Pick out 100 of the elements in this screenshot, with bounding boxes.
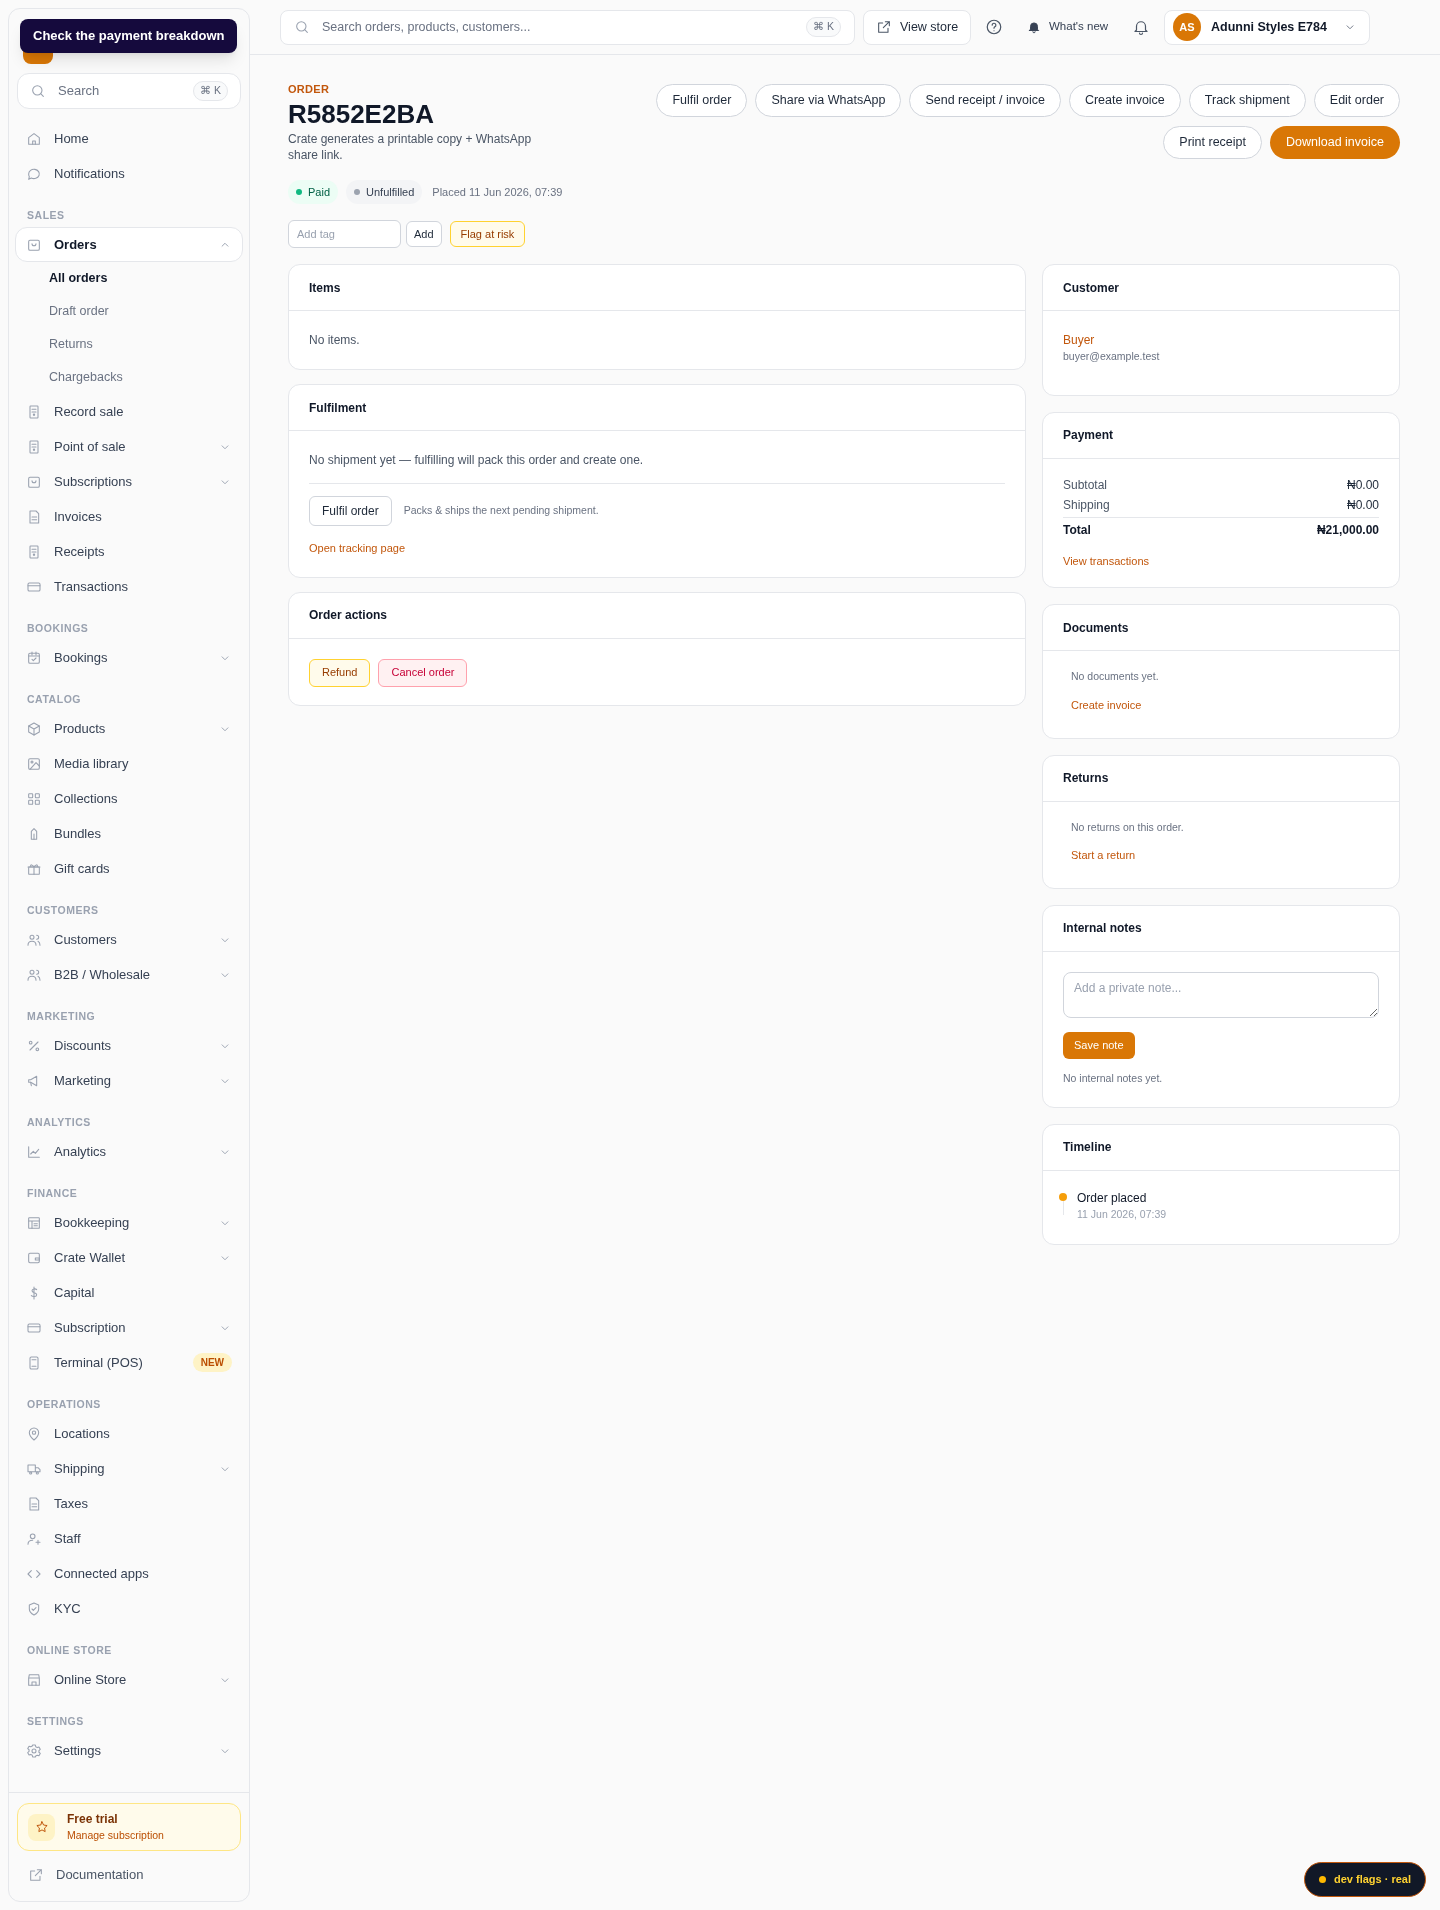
eyebrow-label: ORDER [288, 82, 331, 97]
nav-item[interactable]: Subscriptions [15, 464, 243, 499]
nav-item[interactable]: Shipping [15, 1451, 243, 1486]
new-badge: NEW [192, 1353, 232, 1372]
nav-item[interactable]: Terminal (POS) NEW [15, 1345, 243, 1380]
nav-item[interactable]: Collections [15, 781, 243, 816]
search-field[interactable]: Search orders, products, customers... ⌘ K [280, 9, 855, 45]
payment-amount: ₦0.00 [1346, 476, 1379, 494]
action-button[interactable]: Send receipt / invoice [909, 84, 1061, 117]
nav-item[interactable]: Crate Wallet [15, 1240, 243, 1275]
event-time: 11 Jun 2026, 07:39 [1077, 1206, 1167, 1222]
nav-subitem[interactable]: Returns [49, 335, 93, 354]
nav-item[interactable]: Subscription [15, 1310, 243, 1345]
nav-item[interactable]: Taxes [15, 1486, 243, 1521]
documentation-link[interactable]: Documentation [17, 1857, 241, 1893]
section-heading: FINANCE [26, 1186, 79, 1201]
card-title: Returns [1063, 770, 1109, 787]
note-input[interactable]: Add a private note... [1063, 971, 1379, 1018]
transactions-link[interactable]: View transactions [1063, 552, 1379, 570]
nav-subitem[interactable]: Draft order [49, 302, 109, 321]
section-heading: BOOKINGS [26, 621, 90, 636]
nav-subitem[interactable]: All orders [49, 269, 108, 288]
action-button[interactable]: Create invoice [1068, 84, 1181, 117]
nav-subitem[interactable]: Chargebacks [49, 368, 123, 387]
nav-item[interactable]: Home [15, 121, 243, 156]
empty-message: No internal notes yet. [1063, 1070, 1163, 1086]
action-button[interactable]: Print receipt [1163, 126, 1262, 159]
status-badge: Unfulfilled [346, 180, 423, 204]
nav-item[interactable]: Orders [15, 227, 243, 262]
action-button[interactable]: Track shipment [1188, 84, 1306, 117]
section-heading: OPERATIONS [26, 1397, 102, 1412]
payment-amount: ₦21,000.00 [1316, 521, 1379, 539]
nav-item[interactable]: Settings [15, 1733, 243, 1768]
shortcut-hint: ⌘ K [193, 81, 228, 101]
nav-item[interactable]: Products [15, 711, 243, 746]
nav-item[interactable]: Capital [15, 1275, 243, 1310]
card-title: Payment [1063, 427, 1114, 445]
customer-email: buyer@example.test [1063, 349, 1161, 364]
whats-new-button[interactable]: What's new [1017, 9, 1119, 45]
tracking-link[interactable]: Open tracking page [309, 540, 1005, 557]
search-field[interactable]: Search ⌘ K [17, 73, 241, 109]
account-menu[interactable]: AS Adunni Styles E784 [1163, 9, 1370, 45]
shortcut-hint: ⌘ K [806, 17, 841, 37]
nav-item[interactable]: Record sale [15, 394, 243, 429]
fulfilment-message: No shipment yet — fulfilling will pack this order and create one. [309, 451, 1005, 484]
nav-item[interactable]: Bundles [15, 816, 243, 851]
section-heading: ONLINE STORE [26, 1643, 113, 1658]
section-heading: SETTINGS [26, 1714, 85, 1729]
nav-item[interactable]: Locations [15, 1416, 243, 1451]
hint-text: Packs & ships the next pending shipment. [403, 503, 599, 519]
payment-label: Shipping [1063, 496, 1110, 514]
cancel-button[interactable]: Cancel order [378, 658, 468, 687]
empty-message: No returns on this order. [1071, 819, 1185, 835]
nav-item[interactable]: Analytics [15, 1134, 243, 1169]
nav-item[interactable]: Staff [15, 1521, 243, 1556]
nav-item[interactable]: Bookkeeping [15, 1205, 243, 1240]
nav-item[interactable]: Online Store [15, 1662, 243, 1697]
nav-item[interactable]: Customers [15, 922, 243, 957]
nav-item[interactable]: Receipts [15, 534, 243, 569]
nav-item[interactable]: Bookings [15, 640, 243, 675]
create-invoice-link[interactable]: Create invoice [1071, 697, 1371, 714]
action-button[interactable]: Fulfil order [656, 84, 748, 117]
nav-item[interactable]: Connected apps [15, 1556, 243, 1591]
trial-subtitle: Manage subscription [67, 1828, 164, 1843]
customer-name-link[interactable]: Buyer [1063, 331, 1379, 349]
tag-input[interactable]: Add tag [288, 220, 401, 248]
order-number: R5852E2BA [288, 98, 435, 131]
payment-label: Subtotal [1063, 476, 1108, 494]
card-title: Timeline [1063, 1139, 1112, 1156]
section-heading: CUSTOMERS [26, 903, 100, 918]
nav-item[interactable]: Point of sale [15, 429, 243, 464]
nav-item[interactable]: Invoices [15, 499, 243, 534]
card-title: Customer [1063, 279, 1119, 297]
nav-item[interactable]: Discounts [15, 1028, 243, 1063]
view-store-button[interactable]: View store [863, 9, 972, 45]
nav-item[interactable]: KYC [15, 1591, 243, 1626]
event-title: Order placed [1077, 1189, 1148, 1207]
nav-item[interactable]: B2B / Wholesale [15, 957, 243, 992]
section-heading: SALES [26, 208, 66, 223]
nav-item[interactable]: Transactions [15, 569, 243, 604]
refund-button[interactable]: Refund [309, 658, 371, 687]
card-title: Items [309, 279, 341, 297]
start-return-link[interactable]: Start a return [1071, 847, 1371, 864]
payment-label: Total [1063, 521, 1091, 539]
trial-card[interactable]: Free trial Manage subscription [17, 1803, 241, 1851]
nav-item[interactable]: Media library [15, 746, 243, 781]
flag-button[interactable]: Flag at risk [449, 221, 526, 247]
action-button[interactable]: Share via WhatsApp [755, 84, 902, 117]
trial-title: Free trial [67, 1811, 119, 1827]
fulfil-button[interactable]: Fulfil order [309, 496, 392, 526]
nav-item[interactable]: Gift cards [15, 851, 243, 886]
nav-item[interactable]: Marketing [15, 1063, 243, 1098]
payment-amount: ₦0.00 [1346, 496, 1379, 514]
account-name: Adunni Styles E784 [1210, 18, 1327, 36]
card-title: Internal notes [1063, 920, 1142, 938]
action-button[interactable]: Edit order [1313, 84, 1400, 117]
nav-item[interactable]: Notifications [15, 156, 243, 191]
add-tag-button[interactable]: Add [406, 221, 442, 247]
card-title: Fulfilment [309, 399, 367, 417]
dev-flags-pill[interactable]: dev flags · real [1303, 1862, 1426, 1897]
